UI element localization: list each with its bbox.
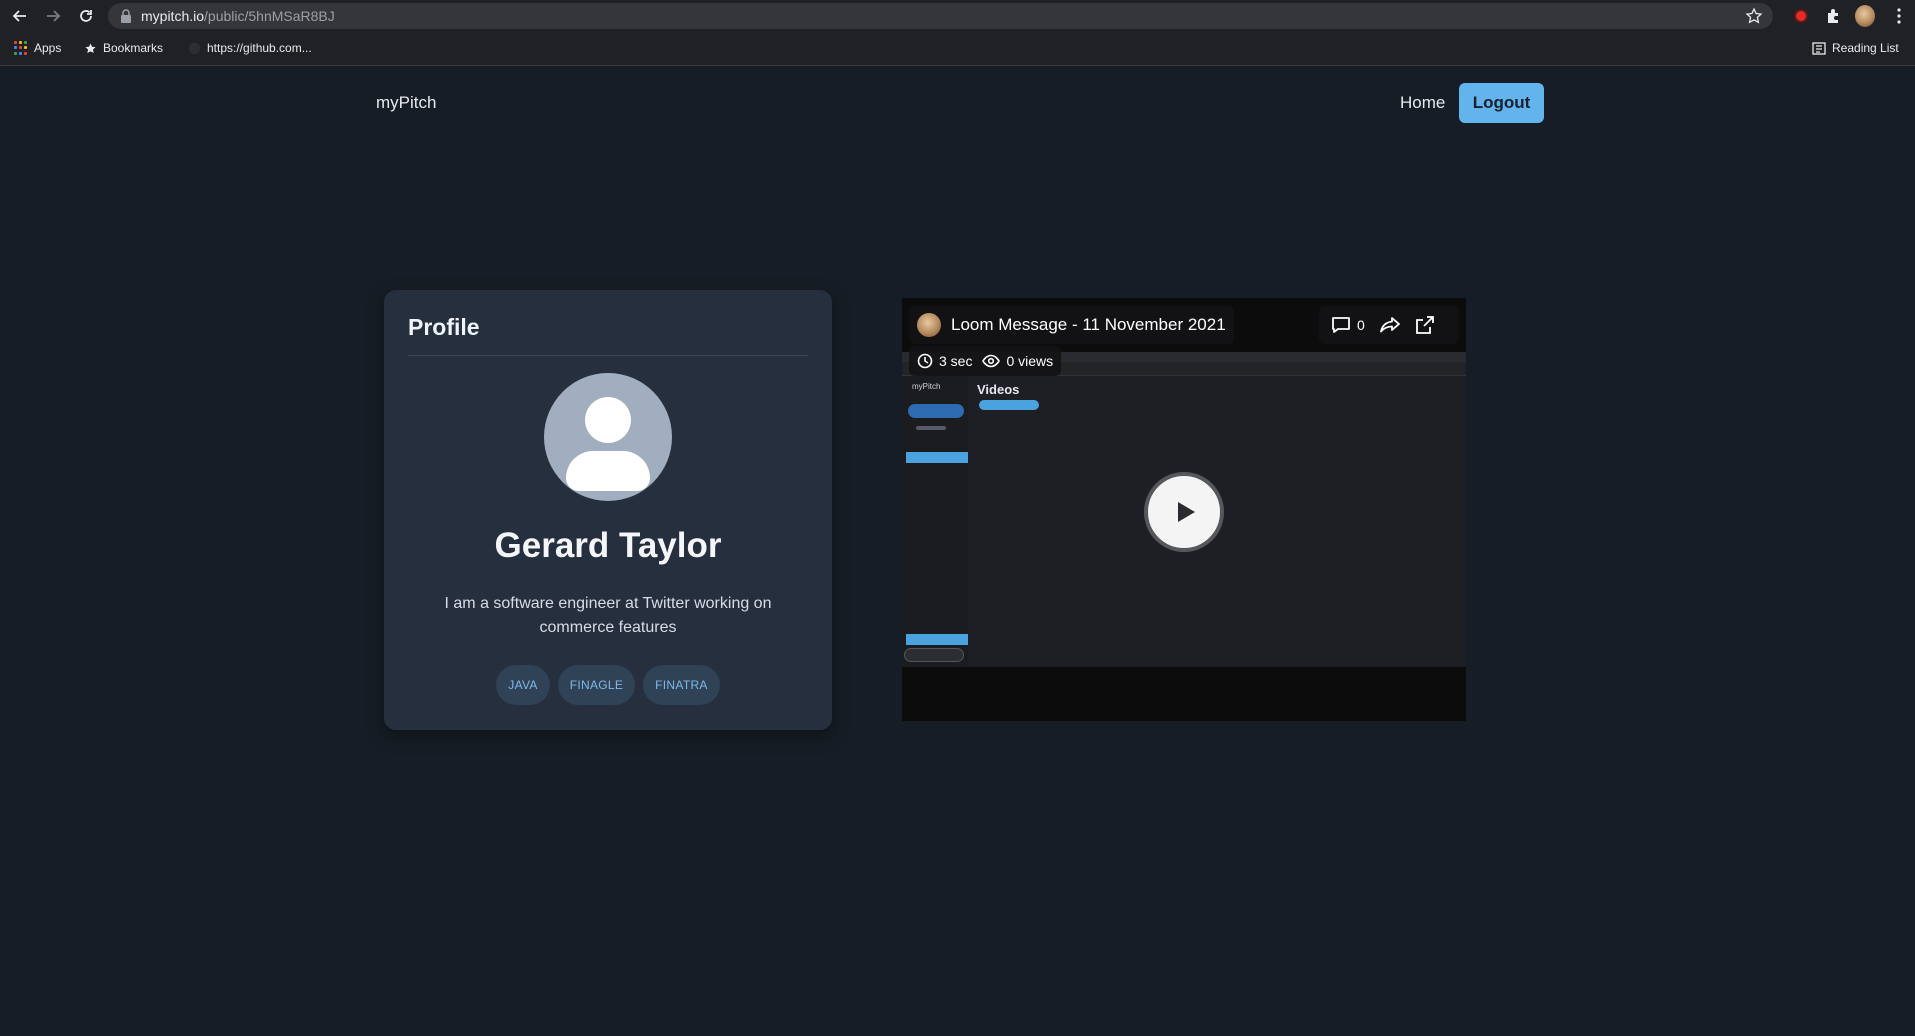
preview-heading: Videos	[977, 382, 1020, 397]
divider	[408, 355, 808, 356]
github-icon	[188, 42, 201, 54]
profile-name: Gerard Taylor	[494, 526, 722, 565]
tag-java: JAVA	[496, 665, 550, 705]
author-avatar	[917, 313, 941, 337]
play-icon	[1178, 502, 1195, 522]
comments-button[interactable]: 0	[1331, 316, 1365, 334]
views-stat: 0 views	[982, 353, 1053, 369]
tag-finatra: FINATRA	[643, 665, 720, 705]
video-stats: 3 sec 0 views	[909, 346, 1062, 376]
share-icon[interactable]	[1379, 315, 1401, 335]
apps-grid-icon	[14, 41, 28, 55]
external-link-icon[interactable]	[1415, 315, 1435, 335]
lock-icon	[121, 9, 131, 23]
reload-icon[interactable]	[76, 6, 96, 26]
record-extension-icon[interactable]	[1791, 6, 1811, 26]
video-actions: 0	[1319, 306, 1459, 344]
comment-icon	[1332, 317, 1350, 333]
user-avatar-icon	[544, 373, 672, 501]
duration-stat: 3 sec	[917, 353, 972, 369]
bookmark-apps[interactable]: Apps	[14, 41, 61, 55]
url-text: mypitch.io/public/5hnMSaR8BJ	[141, 8, 335, 24]
video-title: Loom Message - 11 November 2021	[951, 315, 1226, 334]
home-link[interactable]: Home	[1400, 93, 1445, 113]
bookmark-star-icon[interactable]	[1745, 7, 1763, 25]
eye-icon	[982, 354, 1001, 368]
clock-icon	[917, 353, 933, 369]
profile-bio: I am a software engineer at Twitter work…	[444, 595, 772, 636]
profile-avatar-icon[interactable]	[1855, 5, 1875, 27]
address-bar[interactable]: mypitch.io/public/5hnMSaR8BJ	[108, 3, 1773, 29]
profile-card-title: Profile	[408, 314, 480, 340]
brand-logo[interactable]: myPitch	[376, 93, 436, 113]
video-title-bar[interactable]: Loom Message - 11 November 2021	[909, 306, 1234, 344]
forward-icon[interactable]	[43, 6, 63, 26]
bookmarks-bar: Apps Bookmarks https://github.com... Rea…	[0, 32, 1915, 66]
skill-tags: JAVA FINAGLE FINATRA	[384, 665, 832, 705]
comment-count: 0	[1357, 317, 1365, 333]
menu-kebab-icon[interactable]	[1889, 6, 1909, 26]
profile-card: Profile Gerard Taylor I am a software en…	[384, 290, 832, 730]
logout-button[interactable]: Logout	[1459, 83, 1544, 123]
preview-brand: myPitch	[912, 382, 941, 391]
extensions-puzzle-icon[interactable]	[1823, 6, 1843, 26]
browser-toolbar: mypitch.io/public/5hnMSaR8BJ	[0, 0, 1915, 32]
star-icon	[85, 42, 96, 53]
reading-list-icon	[1812, 41, 1826, 55]
play-button[interactable]	[1144, 472, 1224, 552]
bookmark-github[interactable]: https://github.com...	[188, 41, 312, 55]
loom-video-player[interactable]: myPitch Videos Loom Message - 11 Novembe…	[902, 298, 1466, 721]
tag-finagle: FINAGLE	[557, 665, 636, 705]
reading-list-button[interactable]: Reading List	[1812, 41, 1899, 55]
bookmark-folder[interactable]: Bookmarks	[84, 41, 163, 55]
back-icon[interactable]	[10, 6, 30, 26]
